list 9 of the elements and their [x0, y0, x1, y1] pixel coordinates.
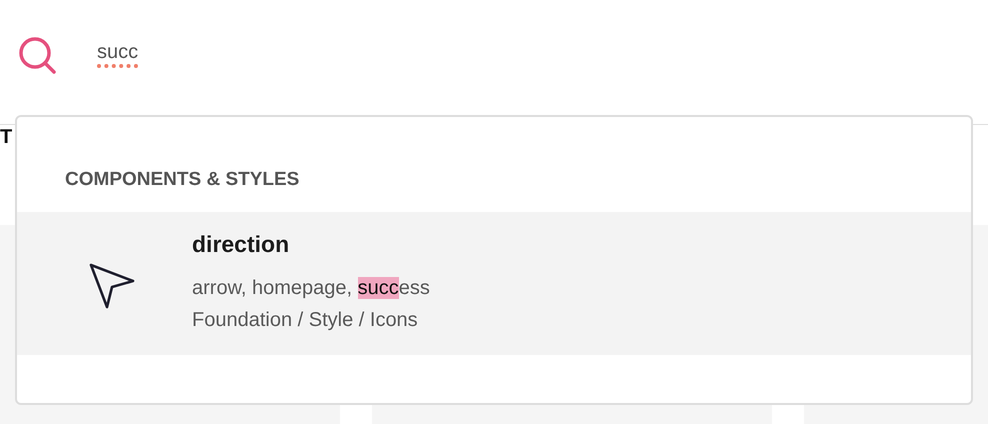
result-item[interactable]: direction arrow, homepage, success Foundation / Style / Icons — [17, 212, 971, 355]
search-field[interactable]: succ — [97, 35, 397, 70]
search-icon — [17, 35, 59, 77]
result-keywords: arrow, homepage, success — [192, 276, 430, 301]
result-title: direction — [192, 231, 290, 258]
section-heading: T — [0, 126, 12, 149]
cursor-arrow-icon — [87, 260, 137, 310]
result-path: Foundation / Style / Icons — [192, 308, 418, 333]
section-label: COMPONENTS & STYLES — [64, 168, 300, 192]
